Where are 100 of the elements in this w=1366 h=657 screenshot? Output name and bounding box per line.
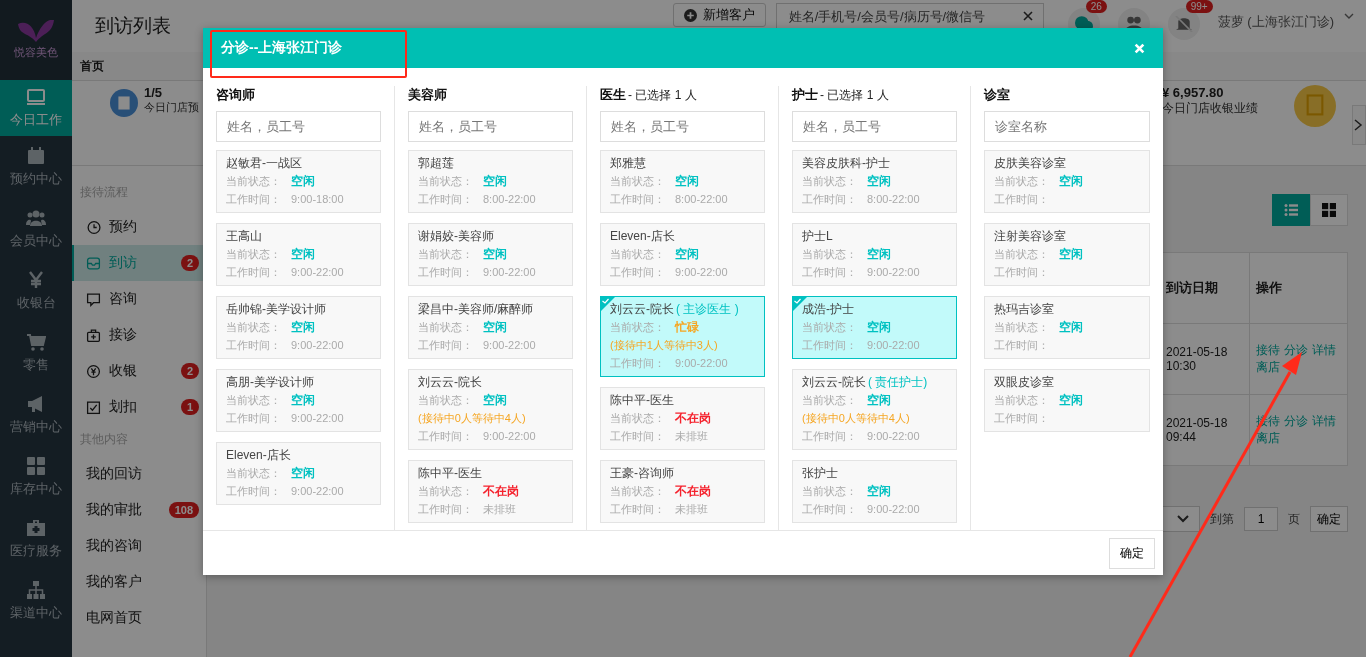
status-value: 空闲 (867, 173, 891, 190)
page-tab[interactable]: 首页 (80, 57, 104, 75)
staff-card[interactable]: 刘云云-院长 ( 责任护士) 当前状态： 空闲 (接待中0人等待中4人) 工作时间： 9:00-22:00 (792, 369, 957, 450)
staff-card[interactable]: 护士L 当前状态： 空闲 工作时间： 9:00-22:00 (792, 223, 957, 286)
nav-item[interactable]: 渠道中心 (0, 570, 72, 632)
close-icon[interactable] (1022, 11, 1033, 21)
sidebar-item[interactable]: 咨询 (72, 281, 206, 317)
nav-item[interactable]: 零售 (0, 322, 72, 384)
staff-card[interactable]: 刘云云-院长 当前状态： 空闲 (接待中0人等待中4人) 工作时间： 9:00-22:00 (408, 369, 573, 450)
sidebar-item[interactable]: 到访 2 (72, 245, 206, 281)
nav-item[interactable]: 收银台 (0, 260, 72, 322)
cart-icon (26, 332, 46, 352)
staff-card[interactable]: 谢娟姣-美容师 当前状态： 空闲 工作时间： 9:00-22:00 (408, 223, 573, 286)
user-name[interactable]: 菠萝 (上海张江门诊) (1217, 13, 1334, 31)
column-title: 咨询师 (216, 86, 255, 104)
staff-card[interactable]: 赵敏君-一战区 当前状态： 空闲 工作时间： 9:00-18:00 (216, 150, 381, 213)
sidebar-item[interactable]: 我的咨询 (72, 528, 206, 564)
status-value: 空闲 (1059, 392, 1083, 409)
status-value: 空闲 (675, 173, 699, 190)
status-label: 当前状态： (802, 320, 857, 335)
staff-name: 注射美容诊室 (994, 228, 1066, 245)
status-label: 当前状态： (226, 174, 281, 189)
status-label: 当前状态： (610, 484, 665, 499)
staff-card[interactable]: 双眼皮诊室 当前状态： 空闲 工作时间： (984, 369, 1150, 432)
staff-card[interactable]: 王豪-咨询师 当前状态： 不在岗 工作时间： 未排班 (600, 460, 765, 523)
search-field[interactable]: 姓名，员工号 (792, 111, 957, 142)
staff-card[interactable]: 成浩-护士 当前状态： 空闲 工作时间： 9:00-22:00 (792, 296, 957, 359)
status-value: 忙碌 (675, 319, 699, 336)
staff-card[interactable]: Eleven-店长 当前状态： 空闲 工作时间： 9:00-22:00 (216, 442, 381, 505)
confirm-button[interactable]: 确定 (1310, 506, 1348, 532)
staff-name: 皮肤美容诊室 (994, 155, 1066, 172)
role-tag: ( 主诊医生 ) (676, 300, 739, 318)
staff-card[interactable]: 郭超莲 当前状态： 空闲 工作时间： 8:00-22:00 (408, 150, 573, 213)
staff-card[interactable]: 热玛吉诊室 当前状态： 空闲 工作时间： (984, 296, 1150, 359)
nav-item[interactable]: 预约中心 (0, 136, 72, 198)
staff-card[interactable]: 注射美容诊室 当前状态： 空闲 工作时间： (984, 223, 1150, 286)
new-customer-button[interactable]: 新增客户 (672, 3, 766, 27)
users-icon (26, 208, 46, 228)
status-label: 当前状态： (994, 174, 1049, 189)
confirm-button[interactable]: 确定 (1109, 537, 1155, 569)
document-icon (1294, 85, 1336, 127)
notification-badge: 26 (1085, 0, 1107, 13)
staff-name: 谢娟姣-美容师 (418, 228, 494, 245)
sidebar-item[interactable]: 接诊 (72, 317, 206, 353)
search-field[interactable]: 姓名，员工号 (600, 111, 765, 142)
bell-button[interactable] (1167, 8, 1200, 40)
hours-value: 9:00-22:00 (867, 265, 920, 280)
role-tag: ( 责任护士) (868, 373, 928, 391)
message-icon (86, 291, 101, 307)
sidebar-item[interactable]: 我的回访 (72, 456, 206, 492)
nav-item[interactable]: 库存中心 (0, 446, 72, 508)
status-label: 当前状态： (226, 247, 281, 262)
nav-item[interactable]: 会员中心 (0, 198, 72, 260)
sidebar-item[interactable]: 收银 2 (72, 353, 206, 389)
staff-card[interactable]: 美容皮肤科-护士 当前状态： 空闲 工作时间： 8:00-22:00 (792, 150, 957, 213)
grid-view-button[interactable] (1310, 194, 1348, 226)
search-field[interactable]: 姓名/手机号/会员号/病历号/微信号 (775, 3, 1044, 29)
hours-value: 未排班 (675, 502, 708, 517)
staff-card[interactable]: 郑雅慧 当前状态： 空闲 工作时间： 8:00-22:00 (600, 150, 765, 213)
staff-card[interactable]: 王高山 当前状态： 空闲 工作时间： 9:00-22:00 (216, 223, 381, 286)
hours-value: 9:00-22:00 (291, 338, 344, 353)
sidebar-item[interactable]: 我的审批 108 (72, 492, 206, 528)
staff-card[interactable]: 高朋-美学设计师 当前状态： 空闲 工作时间： 9:00-22:00 (216, 369, 381, 432)
page-size-select[interactable] (1160, 506, 1200, 532)
staff-name: Eleven-店长 (610, 228, 675, 245)
staff-card[interactable]: 梁昌中-美容师/麻醉师 当前状态： 空闲 工作时间： 9:00-22:00 (408, 296, 573, 359)
staff-card[interactable]: 陈中平-医生 当前状态： 不在岗 工作时间： 未排班 (408, 460, 573, 523)
hours-value: 9:00-22:00 (675, 265, 728, 280)
staff-card[interactable]: 岳帅锦-美学设计师 当前状态： 空闲 工作时间： 9:00-22:00 (216, 296, 381, 359)
monitor-icon (26, 87, 46, 107)
sidebar-item[interactable]: 划扣 1 (72, 389, 206, 425)
hours-value: 9:00-18:00 (291, 192, 344, 207)
staff-card[interactable]: Eleven-店长 当前状态： 空闲 工作时间： 9:00-22:00 (600, 223, 765, 286)
page-suffix: 页 (1288, 510, 1300, 528)
staff-card[interactable]: 陈中平-医生 当前状态： 不在岗 工作时间： 未排班 (600, 387, 765, 450)
caret-icon[interactable] (1344, 13, 1354, 19)
nav-item[interactable]: 营销中心 (0, 384, 72, 446)
search-field[interactable]: 姓名，员工号 (408, 111, 573, 142)
hours-label: 工作时间： (994, 411, 1049, 426)
search-field[interactable]: 诊室名称 (984, 111, 1150, 142)
column-title: 诊室 (984, 86, 1010, 104)
staff-name: Eleven-店长 (226, 447, 291, 464)
sidebar-item[interactable]: 电网首页 (72, 600, 206, 636)
staff-card[interactable]: 刘云云-院长 ( 主诊医生 ) 当前状态： 忙碌 (接待中1人等待中3人) 工作时间： 9:00-22:00 (600, 296, 765, 377)
hours-label: 工作时间： (226, 265, 281, 280)
sidebar-item[interactable]: 我的客户 (72, 564, 206, 600)
hours-label: 工作时间： (226, 484, 281, 499)
nav-item[interactable]: 医疗服务 (0, 508, 72, 570)
staff-card[interactable]: 张护士 当前状态： 空闲 工作时间： 9:00-22:00 (792, 460, 957, 523)
page-input[interactable]: 1 (1244, 507, 1278, 531)
staff-name: 双眼皮诊室 (994, 374, 1054, 391)
status-label: 当前状态： (610, 320, 665, 335)
status-label: 当前状态： (610, 174, 665, 189)
hours-value: 9:00-22:00 (291, 484, 344, 499)
sidebar-item[interactable]: 预约 (72, 209, 206, 245)
search-field[interactable]: 姓名，员工号 (216, 111, 381, 142)
count-badge: 2 (180, 363, 199, 379)
hours-value: 9:00-22:00 (483, 265, 536, 280)
staff-card[interactable]: 皮肤美容诊室 当前状态： 空闲 工作时间： (984, 150, 1150, 213)
chevron-right-icon[interactable] (1352, 105, 1366, 145)
